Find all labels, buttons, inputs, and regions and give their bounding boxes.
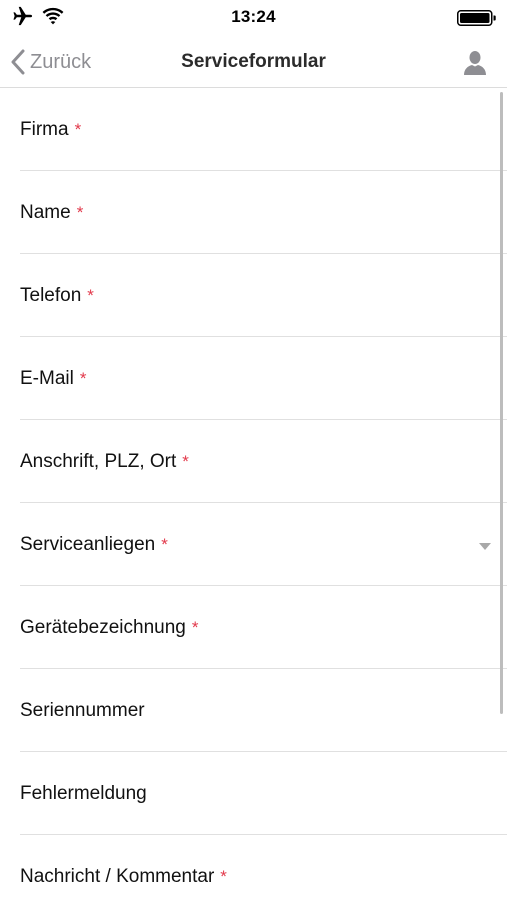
status-time: 13:24 <box>231 7 276 26</box>
required-marker: * <box>74 120 82 139</box>
required-marker: * <box>161 535 168 554</box>
required-marker: * <box>87 286 94 305</box>
field-label: Telefon * <box>20 285 94 306</box>
navigation-bar: Zurück Serviceformular <box>0 36 507 88</box>
field-nachricht-kommentar[interactable]: Nachricht / Kommentar * <box>20 835 507 900</box>
field-label: Firma * <box>20 119 82 140</box>
field-anschrift[interactable]: Anschrift, PLZ, Ort * <box>20 420 507 503</box>
field-fehlermeldung[interactable]: Fehlermeldung <box>20 752 507 835</box>
dropdown-arrow-icon[interactable] <box>479 543 491 550</box>
field-seriennummer[interactable]: Seriennummer <box>20 669 507 752</box>
scrollbar-thumb[interactable] <box>500 92 503 714</box>
field-label: Seriennummer <box>20 700 145 721</box>
required-marker: * <box>79 369 87 388</box>
required-marker: * <box>76 203 84 222</box>
field-email[interactable]: E-Mail * <box>20 337 507 420</box>
field-telefon[interactable]: Telefon * <box>20 254 507 337</box>
field-label: E-Mail * <box>20 368 87 389</box>
required-marker: * <box>220 867 227 886</box>
back-button[interactable]: Zurück <box>10 36 91 88</box>
chevron-left-icon <box>10 49 26 75</box>
battery-icon <box>457 10 497 26</box>
status-bar: 13:24 <box>0 0 507 36</box>
field-label: Anschrift, PLZ, Ort * <box>20 451 189 472</box>
profile-button[interactable] <box>461 49 489 77</box>
field-name[interactable]: Name * <box>20 171 507 254</box>
field-label: Name * <box>20 202 84 223</box>
field-label: Gerätebezeichnung * <box>20 617 199 638</box>
field-label: Fehlermeldung <box>20 783 147 804</box>
service-form: Firma * Name * Telefon * E-Mail * Anschrift,… <box>0 88 507 900</box>
person-icon <box>461 49 489 77</box>
field-label: Serviceanliegen * <box>20 534 168 555</box>
back-label: Zurück <box>30 50 92 73</box>
required-marker: * <box>191 618 199 637</box>
required-marker: * <box>182 452 189 471</box>
field-firma[interactable]: Firma * <box>20 88 507 171</box>
field-geraetebezeichnung[interactable]: Gerätebezeichnung * <box>20 586 507 669</box>
field-label: Nachricht / Kommentar * <box>20 866 227 887</box>
field-serviceanliegen-select[interactable]: Serviceanliegen * <box>20 503 507 586</box>
